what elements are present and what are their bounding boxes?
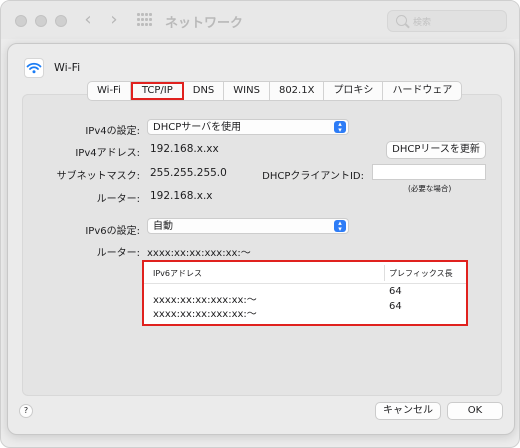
zoom-window-button[interactable]	[55, 15, 67, 27]
search-icon	[396, 15, 407, 26]
tab-wins[interactable]: WINS	[224, 82, 270, 100]
ipv6-router-label: ルーター:	[96, 248, 140, 259]
network-window: ‹ › ネットワーク 検索 Wi-Fi Wi-Fi TCP/IP DNS WIN	[0, 0, 520, 448]
search-placeholder: 検索	[413, 18, 432, 28]
cancel-button[interactable]: キャンセル	[375, 402, 441, 420]
ok-button[interactable]: OK	[447, 402, 503, 420]
ipv6-address-table: IPv6アドレス プレフィックス長 xxxx:xx:xx:xxx:xx:～ 64…	[142, 260, 468, 326]
ipv4-config-value: DHCPサーバを使用	[153, 122, 242, 133]
chevron-updown-icon: ▴ ▾	[334, 121, 346, 134]
tab-8021x[interactable]: 802.1X	[270, 82, 325, 100]
ipv4-router-label: ルーター:	[96, 194, 140, 205]
window-title: ネットワーク	[165, 16, 244, 31]
tab-hardware[interactable]: ハードウェア	[383, 82, 461, 100]
table-header: IPv6アドレス プレフィックス長	[144, 262, 466, 284]
subnet-mask-value: 255.255.255.0	[150, 167, 227, 179]
close-window-button[interactable]	[15, 15, 27, 27]
dhcp-client-id-hint: (必要な場合)	[408, 184, 452, 193]
tab-proxy[interactable]: プロキシ	[324, 82, 384, 100]
table-row-address[interactable]: xxxx:xx:xx:xxx:xx:～	[153, 305, 257, 320]
subnet-mask-label: サブネットマスク:	[56, 171, 140, 182]
wifi-icon	[24, 58, 44, 78]
ipv6-config-label: IPv6の設定:	[85, 226, 140, 237]
table-row-prefix[interactable]: 64	[389, 301, 402, 312]
chevron-updown-icon: ▴ ▾	[334, 220, 346, 233]
ipv4-router-value: 192.168.x.x	[150, 190, 213, 202]
help-button[interactable]: ?	[19, 404, 33, 418]
title-bar: ‹ › ネットワーク 検索	[1, 1, 519, 39]
ipv6-config-popup[interactable]: 自動 ▴ ▾	[147, 218, 349, 234]
settings-panel	[22, 94, 502, 396]
dhcp-client-id-field[interactable]	[372, 164, 486, 180]
dhcp-client-id-label: DHCPクライアントID:	[262, 171, 364, 182]
ipv6-config-value: 自動	[153, 221, 173, 232]
column-divider	[384, 265, 385, 281]
settings-tabs: Wi-Fi TCP/IP DNS WINS 802.1X プロキシ ハードウェア	[87, 81, 463, 101]
search-field[interactable]: 検索	[387, 10, 507, 32]
ipv4-address-value: 192.168.x.xx	[150, 143, 219, 155]
column-header-prefix[interactable]: プレフィックス長	[389, 268, 453, 279]
ipv4-config-popup[interactable]: DHCPサーバを使用 ▴ ▾	[147, 119, 349, 135]
table-row-prefix[interactable]: 64	[389, 286, 402, 297]
table-row-address[interactable]: xxxx:xx:xx:xxx:xx:～	[153, 291, 257, 306]
column-header-address[interactable]: IPv6アドレス	[153, 268, 202, 279]
renew-dhcp-button[interactable]: DHCPリースを更新	[386, 141, 486, 159]
ipv4-config-label: IPv4の設定:	[85, 126, 140, 137]
interface-name: Wi-Fi	[54, 61, 81, 74]
ipv4-address-label: IPv4アドレス:	[75, 148, 140, 159]
forward-chevron-icon[interactable]: ›	[105, 10, 123, 30]
tab-wifi[interactable]: Wi-Fi	[88, 82, 131, 100]
back-chevron-icon[interactable]: ‹	[79, 10, 97, 30]
tab-tcpip[interactable]: TCP/IP	[130, 82, 184, 100]
show-all-grid-icon[interactable]	[137, 13, 153, 27]
advanced-settings-sheet: Wi-Fi Wi-Fi TCP/IP DNS WINS 802.1X プロキシ …	[7, 43, 515, 435]
ipv6-router-value: xxxx:xx:xx:xxx:xx:～	[147, 248, 251, 259]
minimize-window-button[interactable]	[35, 15, 47, 27]
tab-dns[interactable]: DNS	[184, 82, 225, 100]
